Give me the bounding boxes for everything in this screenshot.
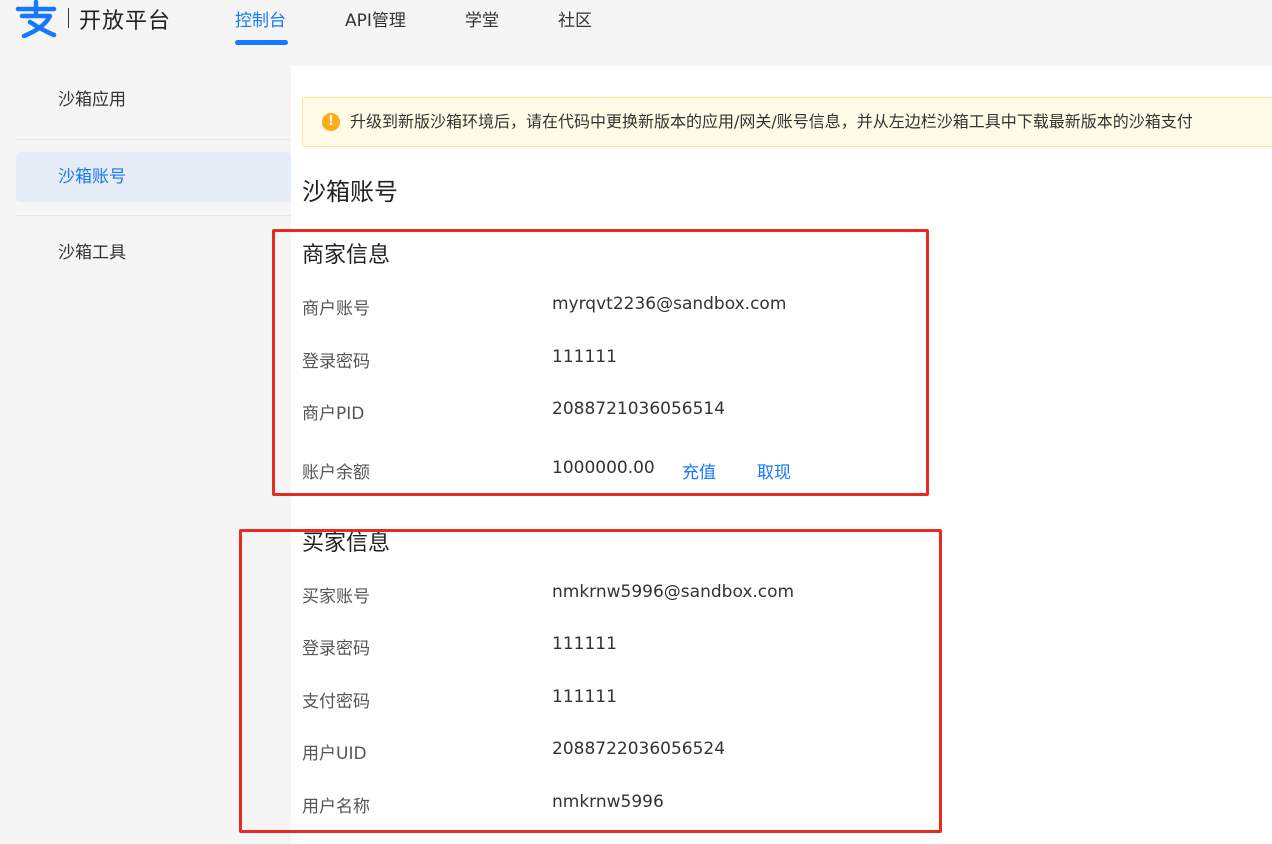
merchant-account-value: myrqvt2236@sandbox.com <box>552 294 787 314</box>
buyer-name-value: nmkrnw5996 <box>552 792 664 812</box>
sidebar-item-sandbox-tools[interactable]: 沙箱工具 <box>16 228 291 278</box>
sidebar-item-sandbox-apps[interactable]: 沙箱应用 <box>16 75 291 125</box>
merchant-balance-label: 账户余额 <box>302 463 370 483</box>
upgrade-alert: ! 升级到新版沙箱环境后，请在代码中更换新版本的应用/网关/账号信息，并从左边栏… <box>302 97 1272 147</box>
merchant-balance-value: 1000000.00 <box>552 458 655 478</box>
merchant-account-label: 商户账号 <box>302 299 370 319</box>
main-content: ! 升级到新版沙箱环境后，请在代码中更换新版本的应用/网关/账号信息，并从左边栏… <box>291 66 1272 844</box>
merchant-pid-value: 2088721036056514 <box>552 399 726 419</box>
buyer-name-label: 用户名称 <box>302 797 370 817</box>
sidebar: 沙箱应用 沙箱账号 沙箱工具 <box>0 66 291 844</box>
nav-academy[interactable]: 学堂 <box>465 6 499 31</box>
sidebar-divider <box>16 215 291 216</box>
nav-active-indicator <box>235 40 288 45</box>
sidebar-divider <box>16 139 291 140</box>
merchant-pid-label: 商户PID <box>302 404 365 424</box>
merchant-password-value: 111111 <box>552 347 617 367</box>
buyer-uid-label: 用户UID <box>302 744 367 764</box>
warning-icon: ! <box>322 113 340 131</box>
alert-text: 升级到新版沙箱环境后，请在代码中更换新版本的应用/网关/账号信息，并从左边栏沙箱… <box>350 112 1193 131</box>
logo-divider <box>68 8 69 28</box>
buyer-account-label: 买家账号 <box>302 587 370 607</box>
buyer-login-password-value: 111111 <box>552 634 617 654</box>
buyer-pay-password-value: 111111 <box>552 687 617 707</box>
merchant-password-label: 登录密码 <box>302 352 370 372</box>
nav-console[interactable]: 控制台 <box>235 6 286 31</box>
nav-community[interactable]: 社区 <box>558 6 592 31</box>
alipay-logo-icon[interactable] <box>14 0 60 40</box>
buyer-uid-value: 2088722036056524 <box>552 739 726 759</box>
merchant-section-title: 商家信息 <box>302 243 391 268</box>
recharge-link[interactable]: 充值 <box>682 458 716 483</box>
nav-api-management[interactable]: API管理 <box>345 6 406 31</box>
top-navbar: 开放平台 控制台 API管理 学堂 社区 <box>0 0 1272 66</box>
logo-text: 开放平台 <box>79 9 172 34</box>
sidebar-item-sandbox-accounts[interactable]: 沙箱账号 <box>16 152 291 202</box>
buyer-login-password-label: 登录密码 <box>302 639 370 659</box>
buyer-section-title: 买家信息 <box>302 531 391 556</box>
buyer-account-value: nmkrnw5996@sandbox.com <box>552 582 795 602</box>
page-title: 沙箱账号 <box>302 178 398 206</box>
withdraw-link[interactable]: 取现 <box>757 458 791 483</box>
buyer-pay-password-label: 支付密码 <box>302 692 370 712</box>
